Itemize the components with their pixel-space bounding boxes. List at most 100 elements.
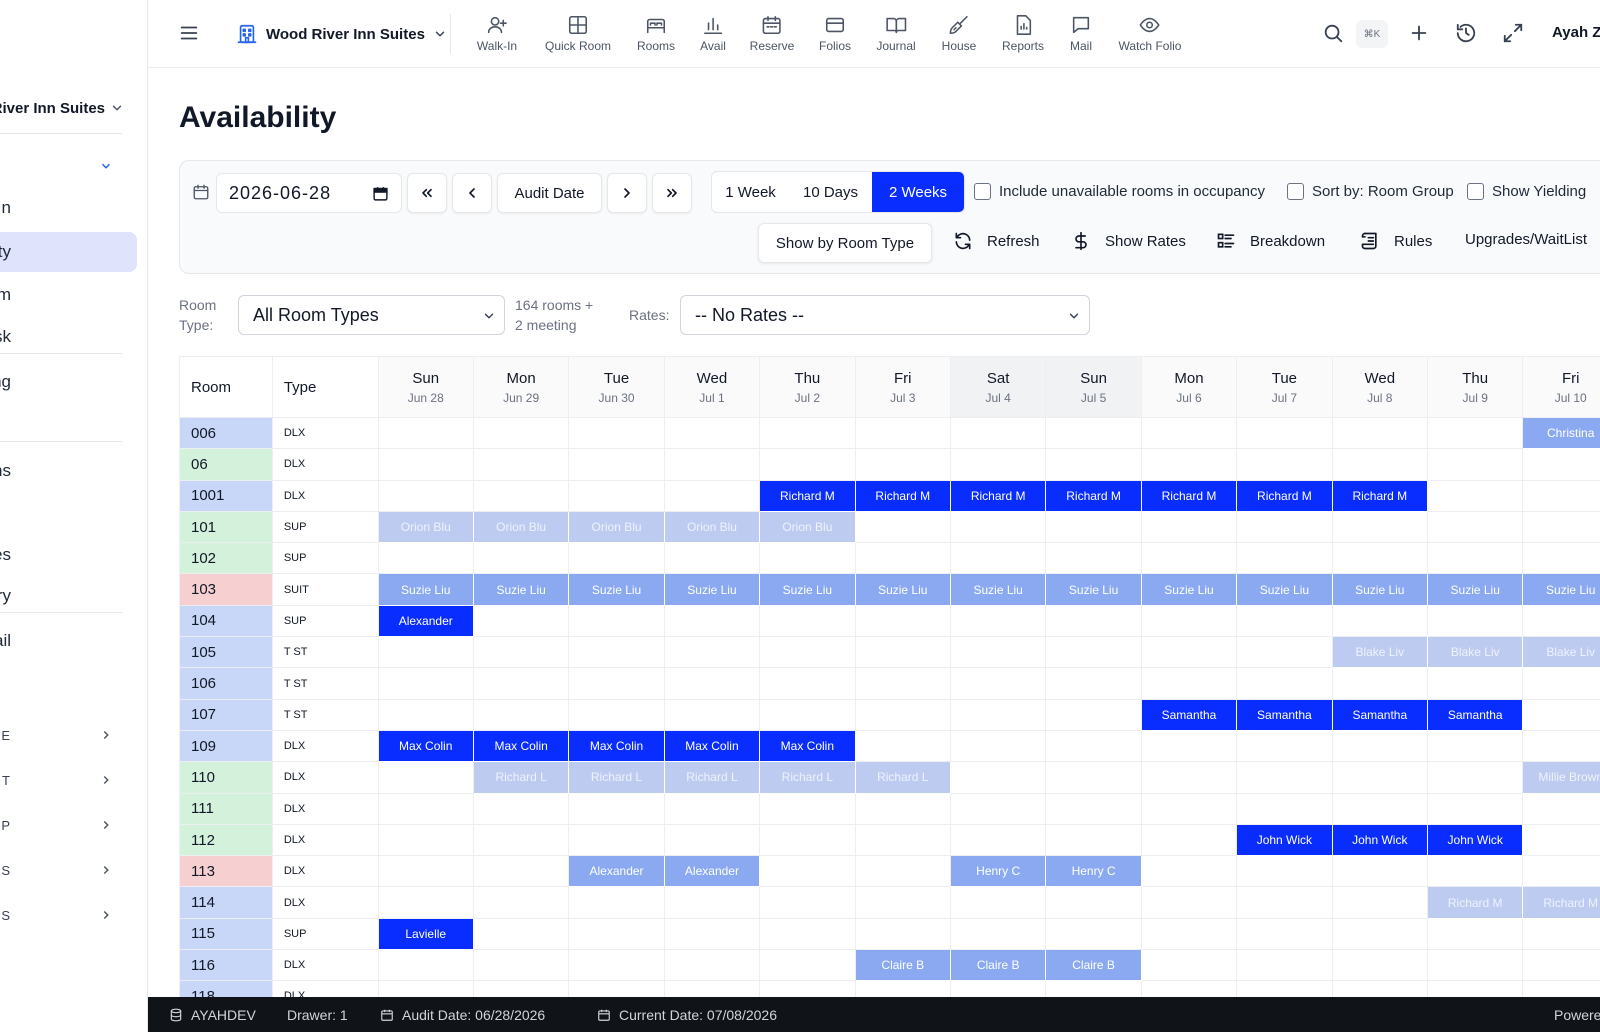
availability-cell[interactable] (1140, 416, 1238, 450)
range-2-weeks[interactable]: 2 Weeks (872, 172, 964, 212)
availability-cell[interactable] (568, 823, 665, 857)
sidebar-group[interactable]: RATE UTILITIES (0, 850, 137, 890)
reservation-block[interactable]: Richard L (663, 761, 761, 794)
availability-cell[interactable] (1140, 980, 1238, 997)
reservation-block[interactable]: Richard M (1045, 479, 1142, 512)
reservation-block[interactable]: John Wick (1236, 823, 1333, 857)
availability-cell[interactable] (568, 698, 665, 731)
availability-cell[interactable] (759, 917, 856, 951)
availability-cell[interactable] (1331, 949, 1429, 982)
availability-cell[interactable] (1045, 698, 1142, 731)
availability-cell[interactable] (472, 917, 570, 951)
availability-cell[interactable] (377, 448, 474, 481)
availability-cell[interactable] (1236, 729, 1333, 763)
availability-cell[interactable] (854, 980, 951, 997)
sidebar-item[interactable]: Quick Room (0, 275, 137, 315)
availability-cell[interactable] (472, 855, 570, 888)
availability-cell[interactable] (568, 667, 665, 700)
availability-cell[interactable] (568, 636, 665, 669)
nav-reserve[interactable]: Reserve (750, 14, 794, 53)
reservation-block[interactable]: Blake Liv (1426, 636, 1524, 669)
sidebar-item[interactable]: Guest Messages (0, 535, 137, 575)
availability-cell[interactable] (854, 792, 951, 825)
room-number[interactable]: 104 (179, 604, 273, 638)
reservation-block[interactable]: Richard M (854, 479, 951, 512)
sidebar-item[interactable]: Availability (0, 232, 137, 272)
availability-cell[interactable] (472, 667, 570, 700)
availability-cell[interactable] (568, 479, 665, 512)
availability-cell[interactable] (1140, 510, 1238, 544)
next-period-button[interactable] (607, 173, 647, 213)
reservation-block[interactable]: Richard M (949, 479, 1047, 512)
availability-cell[interactable] (1045, 636, 1142, 669)
include-unavailable-checkbox[interactable]: Include unavailable rooms in occupancy (974, 183, 1265, 200)
reservation-block[interactable]: Suzie Liu (1045, 573, 1142, 606)
availability-cell[interactable] (377, 416, 474, 450)
availability-cell[interactable] (663, 917, 761, 951)
availability-cell[interactable] (1522, 479, 1600, 512)
availability-cell[interactable] (1522, 917, 1600, 951)
availability-cell[interactable] (1331, 416, 1429, 450)
availability-cell[interactable] (759, 698, 856, 731)
availability-cell[interactable] (377, 949, 474, 982)
availability-cell[interactable] (377, 636, 474, 669)
availability-cell[interactable] (949, 823, 1047, 857)
rules-button[interactable]: Rules (1360, 231, 1432, 251)
availability-cell[interactable] (568, 917, 665, 951)
availability-cell[interactable] (1140, 823, 1238, 857)
availability-cell[interactable] (949, 917, 1047, 951)
reservation-block[interactable]: Suzie Liu (1522, 573, 1600, 606)
availability-cell[interactable] (759, 448, 856, 481)
room-number[interactable]: 101 (179, 510, 273, 544)
availability-cell[interactable] (568, 542, 665, 575)
reservation-block[interactable]: Suzie Liu (1426, 573, 1524, 606)
range-1-week[interactable]: 1 Week (712, 172, 789, 212)
checkbox[interactable] (1467, 183, 1484, 200)
availability-cell[interactable] (1045, 416, 1142, 450)
room-type-select[interactable]: All Room Types (238, 295, 505, 335)
search-icon[interactable] (1322, 22, 1344, 44)
reservation-block[interactable]: Suzie Liu (472, 573, 570, 606)
availability-cell[interactable] (1045, 510, 1142, 544)
reservation-block[interactable]: Richard M (1426, 886, 1524, 919)
availability-cell[interactable] (949, 448, 1047, 481)
reservation-block[interactable]: Suzie Liu (854, 573, 951, 606)
availability-cell[interactable] (472, 542, 570, 575)
availability-cell[interactable] (472, 980, 570, 997)
availability-cell[interactable] (1522, 698, 1600, 731)
availability-cell[interactable] (1331, 510, 1429, 544)
availability-cell[interactable] (1045, 823, 1142, 857)
room-number[interactable]: 103 (179, 573, 273, 606)
availability-cell[interactable] (663, 448, 761, 481)
availability-cell[interactable] (1426, 980, 1524, 997)
availability-cell[interactable] (1140, 542, 1238, 575)
room-number[interactable]: 006 (179, 416, 273, 450)
reservation-block[interactable]: Alexander (663, 855, 761, 888)
room-number[interactable]: 107 (179, 698, 273, 731)
reservation-block[interactable]: Claire B (949, 949, 1047, 982)
room-number[interactable]: 06 (179, 448, 273, 481)
availability-cell[interactable] (1236, 667, 1333, 700)
reservation-block[interactable]: Suzie Liu (1236, 573, 1333, 606)
reservation-block[interactable]: Samantha (1426, 698, 1524, 731)
availability-cell[interactable] (1045, 448, 1142, 481)
availability-cell[interactable] (1426, 479, 1524, 512)
room-number[interactable]: 113 (179, 855, 273, 888)
availability-cell[interactable] (568, 949, 665, 982)
availability-cell[interactable] (1236, 980, 1333, 997)
rates-select[interactable]: -- No Rates -- (680, 295, 1090, 335)
availability-cell[interactable] (1426, 792, 1524, 825)
availability-cell[interactable] (1426, 510, 1524, 544)
availability-cell[interactable] (854, 917, 951, 951)
availability-cell[interactable] (1236, 886, 1333, 919)
reservation-block[interactable]: Richard L (472, 761, 570, 794)
availability-cell[interactable] (1045, 667, 1142, 700)
availability-cell[interactable] (1140, 917, 1238, 951)
availability-cell[interactable] (568, 792, 665, 825)
availability-cell[interactable] (377, 823, 474, 857)
availability-cell[interactable] (949, 698, 1047, 731)
availability-cell[interactable] (1522, 510, 1600, 544)
availability-cell[interactable] (472, 448, 570, 481)
first-period-button[interactable] (407, 173, 447, 213)
availability-cell[interactable] (663, 792, 761, 825)
